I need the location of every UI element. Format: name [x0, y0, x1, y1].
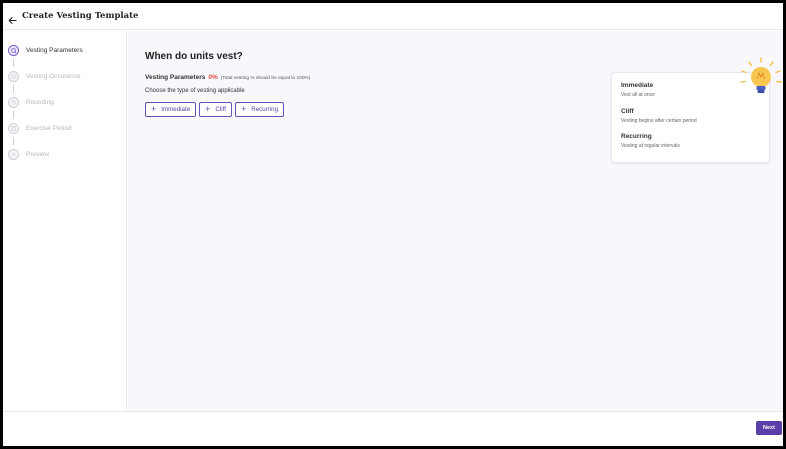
plus-icon: + — [151, 104, 157, 114]
info-desc: Vest all at once — [621, 92, 655, 98]
app-window: Create Vesting Template Vesting Paramete… — [3, 3, 783, 446]
add-recurring-button[interactable]: + Recurring — [234, 102, 285, 117]
section-heading: When do units vest? — [145, 51, 243, 62]
plus-icon: + — [205, 104, 211, 114]
step-connector — [13, 85, 14, 93]
info-item-recurring: Recurring Vesting at regular intervals — [621, 133, 680, 149]
lightbulb-icon — [740, 57, 782, 93]
info-title: Immediate — [621, 82, 654, 89]
step-label: Vesting Parameters — [26, 47, 83, 54]
step-label: Preview — [26, 151, 50, 158]
step-label: Exercise Period — [26, 125, 72, 132]
step-icon — [8, 97, 19, 108]
add-immediate-button[interactable]: + Immediate — [145, 102, 197, 117]
step-connector — [13, 137, 14, 145]
header: Create Vesting Template — [3, 3, 783, 30]
vesting-parameters-row: Vesting Parameters 0% (Total vesting % s… — [145, 74, 310, 81]
arrow-left-icon[interactable] — [8, 12, 17, 24]
step-rounding[interactable]: Rounding — [8, 97, 54, 108]
vesting-percent: 0% — [208, 74, 218, 81]
step-connector — [13, 111, 14, 119]
choose-type-text: Choose the type of vesting applicable — [145, 88, 245, 94]
info-desc: Vesting at regular intervals — [621, 143, 680, 149]
next-button[interactable]: Next — [756, 421, 782, 435]
step-vesting-parameters[interactable]: Vesting Parameters — [8, 45, 83, 56]
info-item-cliff: Cliff Vesting begins after certain perio… — [621, 108, 697, 124]
step-label: Vesting Occurence — [26, 73, 81, 80]
step-label: Rounding — [26, 99, 54, 106]
info-title: Cliff — [621, 108, 634, 115]
step-icon-active — [8, 45, 19, 56]
stepper-sidebar: Vesting Parameters Vesting Occurence Rou… — [3, 31, 127, 411]
info-title: Recurring — [621, 133, 652, 140]
vesting-parameters-label: Vesting Parameters — [145, 74, 206, 81]
step-icon — [8, 71, 19, 82]
step-exercise-period[interactable]: Exercise Period — [8, 123, 72, 134]
page-title: Create Vesting Template — [22, 11, 139, 21]
plus-icon: + — [240, 104, 247, 114]
add-cliff-button[interactable]: + Cliff — [199, 102, 232, 117]
footer: Next — [3, 411, 783, 446]
vesting-type-buttons: + Immediate + Cliff + Recurring — [145, 102, 287, 117]
info-item-immediate: Immediate Vest all at once — [621, 82, 655, 98]
button-label: Cliff — [215, 106, 226, 113]
button-label: Recurring — [251, 106, 279, 113]
step-preview[interactable]: Preview — [8, 149, 49, 160]
step-icon — [8, 149, 19, 160]
vesting-note: (Total vesting % should be equal to 100%… — [220, 76, 311, 81]
step-icon — [8, 123, 19, 134]
info-desc: Vesting begins after certain period — [621, 118, 697, 124]
main-content: When do units vest? Vesting Parameters 0… — [128, 31, 783, 411]
step-vesting-occurence[interactable]: Vesting Occurence — [8, 71, 81, 82]
step-connector — [13, 59, 14, 67]
button-label: Immediate — [161, 106, 191, 113]
